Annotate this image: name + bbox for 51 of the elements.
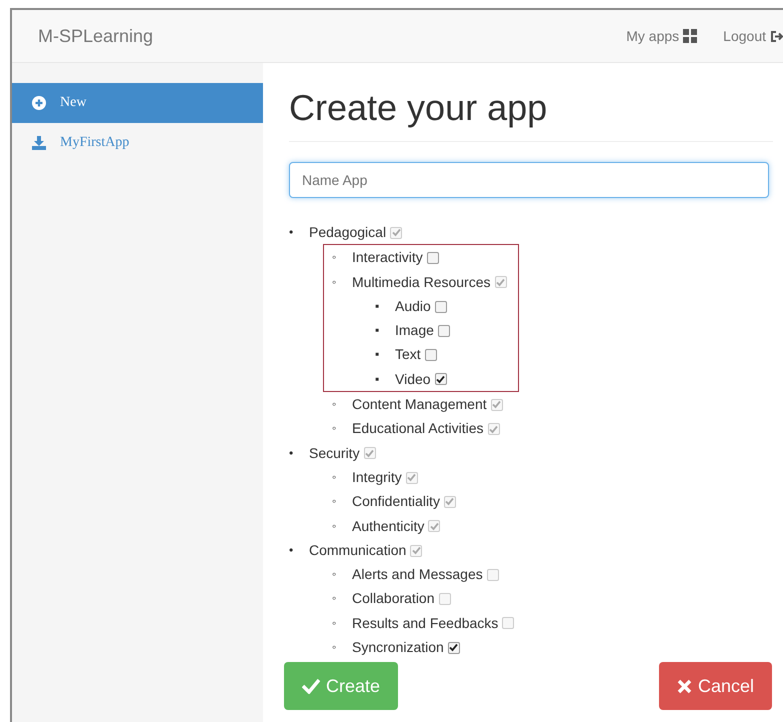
- page-title: Create your app: [289, 87, 773, 142]
- cancel-button[interactable]: Cancel: [658, 662, 772, 710]
- option-label: Authenticity: [352, 516, 424, 536]
- bullet: ◦: [332, 249, 338, 266]
- option-label: Pedagogical: [309, 223, 386, 242]
- bullet: ▪: [375, 322, 380, 340]
- input-field[interactable]: Name App: [289, 162, 769, 198]
- option-label: Content Management: [352, 395, 487, 414]
- bullet: ▪: [375, 370, 380, 388]
- bullet: ▪: [375, 298, 380, 315]
- option-label: Security: [309, 444, 360, 463]
- check-icon: [302, 678, 320, 694]
- option-label: Image: [395, 321, 434, 340]
- bullet: ◦: [332, 274, 338, 291]
- option-label: Interactivity: [352, 248, 423, 268]
- bullet: ◦: [332, 518, 338, 535]
- sidebar-item[interactable]: MyFirstApp: [12, 123, 263, 163]
- bullet: ◦: [332, 566, 338, 584]
- brand-name[interactable]: M-SPLearning: [38, 26, 600, 46]
- bullet: •: [289, 542, 294, 559]
- create-button[interactable]: Create: [284, 662, 398, 710]
- option-label: Communication: [309, 540, 406, 560]
- bullet: •: [289, 444, 294, 462]
- bullet: ◦: [332, 468, 338, 486]
- bullet: ◦: [332, 420, 338, 438]
- bullet: •: [289, 224, 294, 241]
- nav-link[interactable]: Logout: [723, 28, 783, 44]
- bullet: ◦: [332, 493, 338, 510]
- grid-icon: [683, 29, 698, 43]
- logout-icon: [770, 30, 783, 42]
- option-label: Video: [395, 370, 431, 389]
- bullet: ◦: [332, 639, 338, 656]
- option-label: Integrity: [352, 468, 402, 487]
- bullet: ◦: [332, 614, 338, 632]
- download-icon: [32, 136, 46, 150]
- bullet: ◦: [332, 590, 338, 608]
- option-label: Educational Activities: [352, 419, 484, 438]
- option-label: Audio: [395, 296, 431, 316]
- sidebar-item[interactable]: New: [12, 83, 263, 123]
- bullet: ◦: [332, 396, 338, 414]
- bullet: ▪: [375, 346, 380, 364]
- nav-link[interactable]: My apps: [626, 28, 698, 44]
- option-label: Text: [395, 345, 421, 364]
- close-icon: [676, 678, 692, 694]
- option-label: Results and Feedbacks: [352, 614, 498, 633]
- option-label: Confidentiality: [352, 492, 440, 512]
- plus-circle-icon: [32, 96, 46, 110]
- option-label: Alerts and Messages: [352, 565, 483, 584]
- option-label: Collaboration: [352, 589, 434, 608]
- option-label: Multimedia Resources: [352, 272, 490, 292]
- option-label: Syncronization: [352, 638, 444, 658]
